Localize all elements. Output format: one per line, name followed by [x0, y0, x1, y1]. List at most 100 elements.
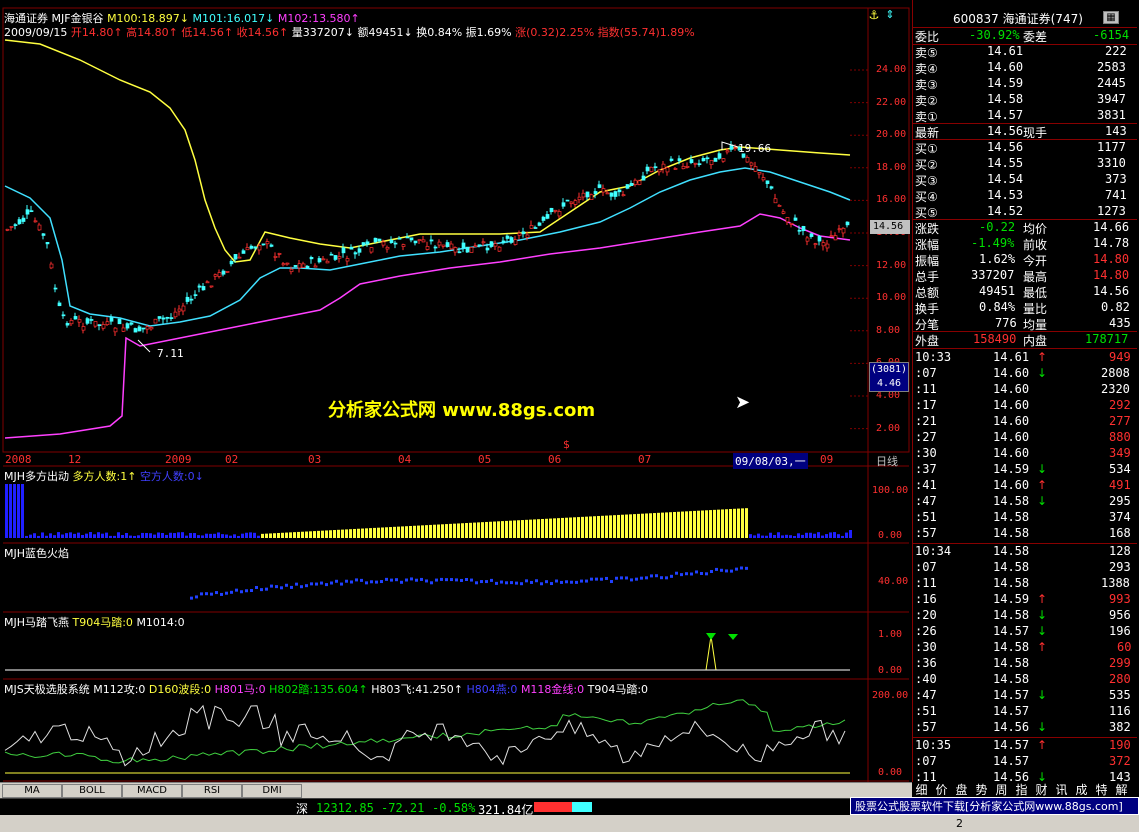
- tick-row[interactable]: :57 14.58 168: [913, 526, 1137, 544]
- panel3-dot: [440, 577, 443, 581]
- candle-body: [309, 257, 314, 260]
- panel3-dot: [310, 582, 313, 586]
- indicator-tab-ma[interactable]: MA: [2, 784, 62, 798]
- panel-tab[interactable]: 指: [1014, 782, 1029, 798]
- tick-row[interactable]: :47 14.58 ↓ 295: [913, 494, 1137, 510]
- tick-row[interactable]: :21 14.60 277: [913, 414, 1137, 430]
- long-count: 多方人数:1↑: [72, 470, 137, 483]
- tick-row[interactable]: :27 14.60 880: [913, 430, 1137, 446]
- ad-banner[interactable]: 股票公式股票软件下载[分析家公式网www.88gs.com]: [850, 797, 1139, 815]
- candle-body: [661, 163, 666, 169]
- tick-row[interactable]: :30 14.60 349: [913, 446, 1137, 462]
- double-arrow-icon[interactable]: ⇕: [883, 8, 897, 22]
- panel2-bar: [417, 525, 420, 538]
- panel2-bar: [21, 484, 24, 538]
- tick-volume: 2320: [1101, 382, 1130, 396]
- tick-row[interactable]: :57 14.56 ↓ 382: [913, 720, 1137, 738]
- tick-row[interactable]: :20 14.58 ↓ 956: [913, 608, 1137, 624]
- panel3-dot: [730, 569, 733, 573]
- panel3-dot: [660, 576, 663, 580]
- tick-arrow: ↑: [1037, 350, 1048, 364]
- tick-row[interactable]: :07 14.57 372: [913, 754, 1137, 770]
- panel-tab[interactable]: 成: [1074, 782, 1089, 798]
- tick-volume: 295: [1109, 494, 1131, 508]
- tick-row[interactable]: :36 14.58 299: [913, 656, 1137, 672]
- panel-tab[interactable]: 周: [994, 782, 1009, 798]
- date-axis-label: 04: [398, 453, 412, 466]
- tick-row[interactable]: 10:34 14.58 128: [913, 544, 1137, 560]
- panel3-dot: [215, 591, 218, 595]
- tick-row[interactable]: :11 14.58 1388: [913, 576, 1137, 592]
- panel-tab[interactable]: 财: [1034, 782, 1049, 798]
- panel3-dot: [510, 581, 513, 585]
- tick-price: 14.57: [993, 738, 1030, 752]
- tick-row[interactable]: :51 14.57 116: [913, 704, 1137, 720]
- panel-tab[interactable]: 讯: [1054, 782, 1069, 798]
- candle-body: [305, 265, 310, 269]
- indicator-tab-dmi[interactable]: DMI: [242, 784, 302, 798]
- panel2-bar: [305, 531, 308, 538]
- candle-body: [501, 240, 506, 244]
- tick-row[interactable]: :16 14.59 ↑ 993: [913, 592, 1137, 608]
- close-panel-icon[interactable]: ▦: [1103, 11, 1119, 24]
- tick-volume: 382: [1109, 720, 1131, 734]
- tick-row[interactable]: :11 14.60 2320: [913, 382, 1137, 398]
- tick-row[interactable]: :26 14.57 ↓ 196: [913, 624, 1137, 640]
- candle-body: [789, 222, 794, 225]
- panel-tab[interactable]: 解: [1114, 782, 1129, 798]
- tick-row[interactable]: :47 14.57 ↓ 535: [913, 688, 1137, 704]
- indicator-tab-macd[interactable]: MACD: [122, 784, 182, 798]
- panel2-bar: [521, 520, 524, 538]
- tick-row[interactable]: :51 14.58 374: [913, 510, 1137, 526]
- panel2-bar: [273, 533, 276, 538]
- panel-tab[interactable]: 盘: [954, 782, 969, 798]
- panel-tab[interactable]: 势: [974, 782, 989, 798]
- panel-tab[interactable]: 细: [914, 782, 929, 798]
- panel3-dot: [385, 577, 388, 581]
- tick-row[interactable]: :07 14.60 ↓ 2808: [913, 366, 1137, 382]
- panel2-bar: [437, 524, 440, 538]
- tick-row[interactable]: 10:33 14.61 ↑ 949: [913, 350, 1137, 366]
- candle-body: [341, 247, 346, 254]
- candle-body: [97, 324, 102, 327]
- panel2-bar: [789, 535, 792, 538]
- panel2-bar: [653, 513, 656, 538]
- tick-row[interactable]: :40 14.58 280: [913, 672, 1137, 688]
- kline-chart[interactable]: [0, 0, 912, 782]
- panel4-axis-top: 1.00: [878, 629, 903, 640]
- tick-price: 14.58: [993, 656, 1030, 670]
- panel3-dot: [740, 566, 743, 570]
- tick-row[interactable]: :17 14.60 292: [913, 398, 1137, 414]
- candle-body: [377, 238, 382, 242]
- chart-area[interactable]: 海通证券 MJF金银谷 M100:18.897↓ M101:16.017↓ M1…: [0, 0, 912, 782]
- panel-tab[interactable]: 价: [934, 782, 949, 798]
- tick-row[interactable]: :07 14.58 293: [913, 560, 1137, 576]
- tick-row[interactable]: 10:35 14.57 ↑ 190: [913, 738, 1137, 754]
- panel-tab[interactable]: 特: [1094, 782, 1109, 798]
- panel2-bar: [29, 534, 32, 538]
- indicator-tab-boll[interactable]: BOLL: [62, 784, 122, 798]
- panel2-bar: [193, 533, 196, 538]
- panel2-bar: [341, 529, 344, 538]
- candle-body: [777, 205, 782, 207]
- candle-body: [745, 157, 750, 163]
- panel3-dot: [580, 579, 583, 583]
- panel2-bar: [57, 532, 60, 538]
- tick-row[interactable]: :37 14.59 ↓ 534: [913, 462, 1137, 478]
- date-axis-label: 02: [225, 453, 239, 466]
- candle-body: [629, 183, 634, 186]
- panel2-bar: [509, 520, 512, 538]
- candle-body: [565, 199, 570, 202]
- bid-row: 买⑤ 14.52 1273: [913, 204, 1137, 220]
- panel2-bar: [277, 532, 280, 538]
- panel3-dot: [625, 576, 628, 580]
- panel2-bar: [425, 525, 428, 538]
- indicator-tab-rsi[interactable]: RSI: [182, 784, 242, 798]
- candle-body: [669, 158, 674, 161]
- ask-row: 卖④ 14.60 2583: [913, 60, 1137, 76]
- tick-row[interactable]: :30 14.58 ↑ 60: [913, 640, 1137, 656]
- anchor-icon[interactable]: ⚓: [867, 8, 881, 22]
- panel2-bar: [173, 533, 176, 538]
- panel3-dot: [345, 579, 348, 583]
- tick-row[interactable]: :41 14.60 ↑ 491: [913, 478, 1137, 494]
